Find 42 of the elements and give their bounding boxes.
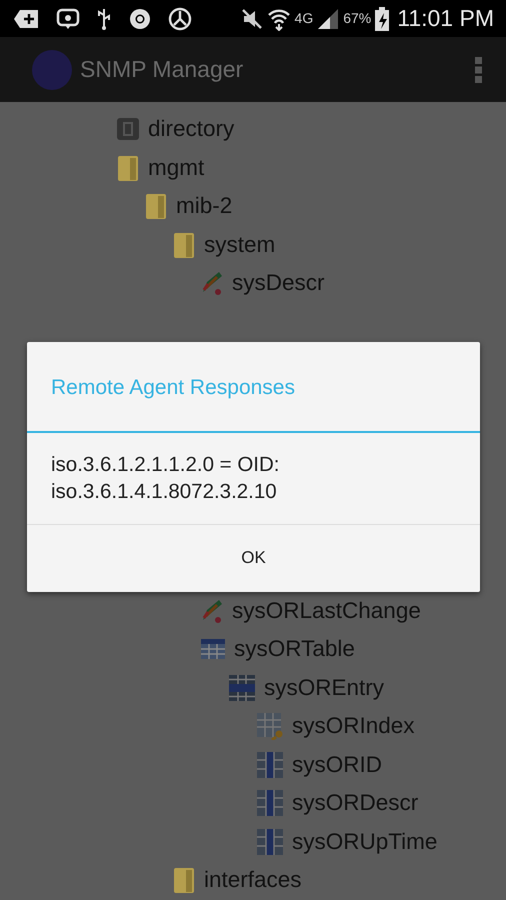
table-key-icon: [256, 712, 284, 740]
folder-icon: [172, 866, 196, 894]
dialog-title: Remote Agent Responses: [27, 342, 480, 433]
ok-button[interactable]: OK: [27, 525, 480, 591]
tree-item-label[interactable]: sysORIndex: [292, 709, 415, 744]
table-icon: [200, 637, 226, 662]
tree-item-label[interactable]: mgmt: [148, 150, 204, 185]
table-column-icon: [256, 828, 284, 856]
folder-icon: [172, 230, 196, 259]
tree-item-label[interactable]: interfaces: [204, 863, 302, 898]
tree-item-label[interactable]: mib-2: [176, 189, 232, 224]
network-label: 4G: [294, 9, 314, 28]
app-logo-icon: [32, 50, 72, 90]
tree-item-label[interactable]: directory: [148, 112, 234, 146]
battery-percent: 67%: [343, 9, 372, 28]
signal-icon: [317, 8, 340, 30]
folder-icon: [144, 192, 168, 220]
usb-icon: [96, 6, 112, 30]
mute-icon: [240, 8, 263, 30]
tree-item-label[interactable]: sysDescr: [232, 266, 325, 300]
dialog-message: iso.3.6.1.2.1.1.2.0 = OID: iso.3.6.1.4.1.8072.3.2.10: [27, 433, 480, 525]
table-column-icon: [256, 789, 284, 818]
tree-item-label[interactable]: system: [204, 228, 276, 262]
tree-item-label[interactable]: sysORID: [292, 748, 382, 782]
add-notification-icon: [14, 8, 40, 30]
tree-item-label[interactable]: sysORDescr: [292, 786, 418, 820]
message-icon: [56, 6, 80, 30]
battery-charging-icon: [375, 6, 390, 30]
folder-icon: [116, 154, 140, 182]
app-title: SNMP Manager: [80, 55, 244, 84]
clock: 11:01 PM: [397, 4, 494, 34]
tree-item-label[interactable]: sysORUpTime: [292, 824, 438, 859]
wifi-icon: [266, 6, 291, 30]
table-row-icon: [228, 674, 256, 702]
tree-item-label[interactable]: sysOREntry: [264, 670, 384, 705]
overflow-menu-icon[interactable]: [474, 54, 484, 84]
table-column-icon: [256, 750, 284, 779]
directory-icon: [116, 116, 140, 142]
tree-item-label[interactable]: sysORTable: [234, 632, 355, 666]
pencil-icon: [200, 598, 224, 624]
tree-item-label[interactable]: sysORLastChange: [232, 594, 421, 628]
pencil-icon: [200, 270, 224, 296]
